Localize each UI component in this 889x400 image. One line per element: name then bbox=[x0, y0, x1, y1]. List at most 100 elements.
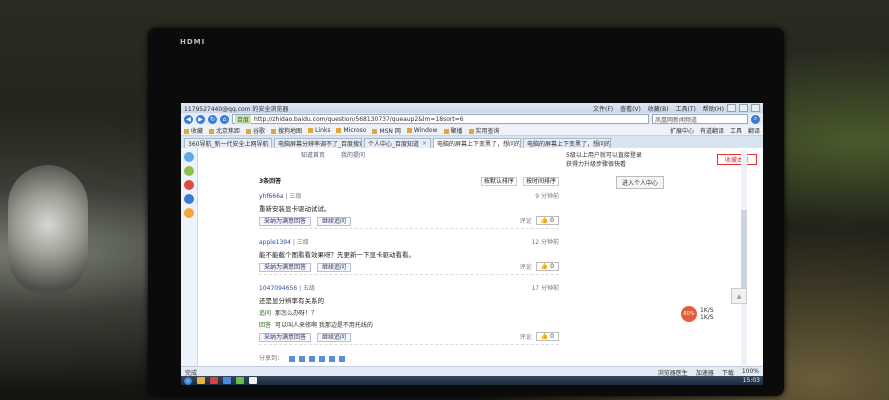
vote-count: 0 bbox=[550, 333, 554, 340]
followup-label: 追问 bbox=[259, 310, 272, 317]
share-icon[interactable] bbox=[308, 355, 315, 362]
answer-meta: yhf666a | 三级 9 分钟前 bbox=[259, 193, 559, 200]
back-to-top-icon[interactable]: ▲ bbox=[731, 288, 747, 304]
address-bar[interactable]: 百度 http://zhidao.baidu.com/question/5681… bbox=[232, 114, 649, 124]
window-title: 1179527440@qq.com 的安全浏览器 bbox=[184, 105, 289, 113]
subnav-my-questions[interactable]: 我的提问 bbox=[341, 152, 365, 159]
page-scrollbar[interactable] bbox=[741, 150, 747, 365]
follow-up-button[interactable]: 继续追问 bbox=[316, 217, 351, 226]
close-button[interactable] bbox=[751, 104, 760, 112]
extension-center-button[interactable]: 扩展中心 bbox=[670, 126, 694, 135]
vote-button[interactable]: 👍 0 bbox=[535, 262, 559, 271]
bookmark-page-button[interactable]: 收藏本页 bbox=[717, 154, 757, 165]
back-arrow-icon[interactable]: ◀ bbox=[184, 114, 193, 124]
bookmark-item[interactable]: 聚播 bbox=[444, 126, 463, 135]
maximize-button[interactable] bbox=[739, 104, 748, 112]
share-icon[interactable] bbox=[298, 355, 305, 362]
follow-up-button[interactable]: 继续追问 bbox=[316, 263, 351, 272]
menu-view[interactable]: 查看(V) bbox=[620, 106, 641, 113]
answer-meta: 1047094656 | 五级 17 分钟前 bbox=[259, 285, 559, 292]
explorer-icon[interactable] bbox=[197, 377, 205, 384]
sort-default-button[interactable]: 按默认排序 bbox=[480, 177, 517, 186]
bookmark-item[interactable]: 实用查询 bbox=[469, 126, 500, 135]
tab-question-active[interactable]: 电脑的屏幕上下变黑了，想问的× bbox=[433, 138, 522, 148]
bookmark-item[interactable]: 收藏 bbox=[184, 126, 203, 135]
right-panel: 5级以上用户就可以直接登录 获得力升级步骤很快看 进入个人中心 bbox=[566, 150, 678, 189]
share-icon[interactable] bbox=[288, 355, 295, 362]
bookmark-item[interactable]: Window bbox=[407, 127, 438, 134]
tab-personal-center[interactable]: 个人中心_百度知道 × bbox=[364, 138, 432, 148]
refresh-icon[interactable]: ↻ bbox=[208, 114, 217, 124]
tab-360-nav[interactable]: 360导航_新一代安全上网导航× bbox=[184, 138, 272, 148]
app-icon[interactable] bbox=[210, 377, 218, 384]
network-meter: 60% 1K/S 1K/S bbox=[681, 306, 714, 322]
bookmark-item[interactable]: 搜狗地图 bbox=[271, 126, 302, 135]
answer-user-link[interactable]: apple1394 bbox=[259, 239, 291, 246]
network-percent: 60% bbox=[681, 306, 697, 322]
menu-help[interactable]: 帮助(H) bbox=[703, 106, 724, 113]
vote-button[interactable]: 👍 0 bbox=[535, 216, 559, 225]
vote-button[interactable]: 👍 0 bbox=[535, 332, 559, 341]
tab-label: 电脑的屏幕上下变黑了，想问的 bbox=[437, 141, 522, 148]
bookmark-item[interactable]: Microso bbox=[336, 127, 366, 134]
tab-resolution-search[interactable]: 电脑屏幕分辨率调不了_百度搜索 × bbox=[274, 138, 362, 148]
accept-answer-button[interactable]: 采纳为满意回答 bbox=[259, 217, 312, 226]
followup-answer-text: 可以叫人来修啊 我那边是不用托线的 bbox=[275, 322, 373, 329]
home-icon[interactable]: ⌂ bbox=[220, 114, 229, 124]
answer-user-link[interactable]: yhf666a bbox=[259, 193, 284, 200]
answer-body: 能不能截个图看看效果呀？先更新一下显卡驱动看看。 bbox=[259, 251, 415, 259]
answers-section: 3条回答 按默认排序 按时间排序 yhf666a | 三级 9 分钟前 重新安装… bbox=[259, 176, 559, 362]
close-tab-icon[interactable]: × bbox=[271, 140, 272, 147]
bookmark-item[interactable]: Links bbox=[308, 127, 330, 134]
comment-link[interactable]: 评论 bbox=[520, 216, 532, 225]
tab-question[interactable]: 电脑的屏幕上下变黑了，想问的× bbox=[523, 138, 612, 148]
comment-link[interactable]: 评论 bbox=[520, 332, 532, 341]
share-icon[interactable] bbox=[328, 355, 335, 362]
answer-body: 还是显分辨率有关系的 bbox=[259, 297, 324, 305]
bookmark-item[interactable]: 谷歌 bbox=[246, 126, 265, 135]
comment-link[interactable]: 评论 bbox=[520, 262, 532, 271]
tab-strip: 360导航_新一代安全上网导航× 电脑屏幕分辨率调不了_百度搜索× 个人中心_百… bbox=[181, 136, 763, 148]
close-tab-icon[interactable]: × bbox=[422, 140, 427, 147]
desk-speaker bbox=[8, 165, 88, 295]
menu-tools[interactable]: 工具(T) bbox=[676, 106, 696, 113]
forward-arrow-icon[interactable]: ▶ bbox=[196, 114, 205, 124]
bookmark-item[interactable]: 北京焦距 bbox=[209, 126, 240, 135]
start-button-icon[interactable] bbox=[184, 376, 192, 385]
bookmark-item[interactable]: MSN 网 bbox=[372, 126, 400, 135]
menu-file[interactable]: 文件(F) bbox=[593, 106, 613, 113]
minimize-button[interactable] bbox=[727, 104, 736, 112]
weibo-icon[interactable] bbox=[184, 180, 194, 190]
tab-label: 360导航_新一代安全上网导航 bbox=[188, 141, 269, 148]
browser-icon[interactable] bbox=[223, 377, 231, 384]
mail-icon[interactable] bbox=[184, 194, 194, 204]
tools-button[interactable]: 工具 bbox=[730, 126, 742, 135]
followup-question: 追问 那怎么办呀！？ bbox=[259, 308, 559, 317]
menu-favorites[interactable]: 收藏(B) bbox=[648, 106, 669, 113]
accept-answer-button[interactable]: 采纳为满意回答 bbox=[259, 263, 312, 272]
answer-user-link[interactable]: 1047094656 bbox=[259, 285, 297, 292]
search-icon[interactable]: ⌕ bbox=[751, 114, 760, 124]
answers-count: 3条回答 bbox=[259, 178, 282, 185]
accept-answer-button[interactable]: 采纳为满意回答 bbox=[259, 333, 312, 342]
qq-icon[interactable] bbox=[184, 152, 194, 162]
answer-actions: 采纳为满意回答 继续追问 评论 👍 0 bbox=[259, 262, 559, 272]
sort-time-button[interactable]: 按时间排序 bbox=[522, 177, 559, 186]
tab-label: 电脑屏幕分辨率调不了_百度搜索 bbox=[278, 141, 362, 148]
app-icon[interactable] bbox=[184, 166, 194, 176]
youdao-translate-button[interactable]: 有道翻译 bbox=[700, 126, 724, 135]
windows-taskbar: 15:03 bbox=[181, 376, 763, 385]
right-panel-line2: 获得力升级步骤很快看 bbox=[566, 161, 627, 168]
game-icon[interactable] bbox=[184, 208, 194, 218]
scrollbar-thumb[interactable] bbox=[741, 210, 747, 290]
follow-up-button[interactable]: 继续追问 bbox=[316, 333, 351, 342]
share-icon[interactable] bbox=[338, 355, 345, 362]
translate-button[interactable]: 翻译 bbox=[748, 126, 760, 135]
app-icon[interactable] bbox=[249, 377, 257, 384]
subnav-home[interactable]: 知道首页 bbox=[301, 152, 325, 159]
share-icon[interactable] bbox=[318, 355, 325, 362]
app-icon[interactable] bbox=[236, 377, 244, 384]
left-sidebar bbox=[181, 148, 198, 367]
search-input[interactable]: 凤凰网新闻频道 bbox=[652, 114, 748, 124]
personal-center-button[interactable]: 进入个人中心 bbox=[616, 176, 665, 189]
